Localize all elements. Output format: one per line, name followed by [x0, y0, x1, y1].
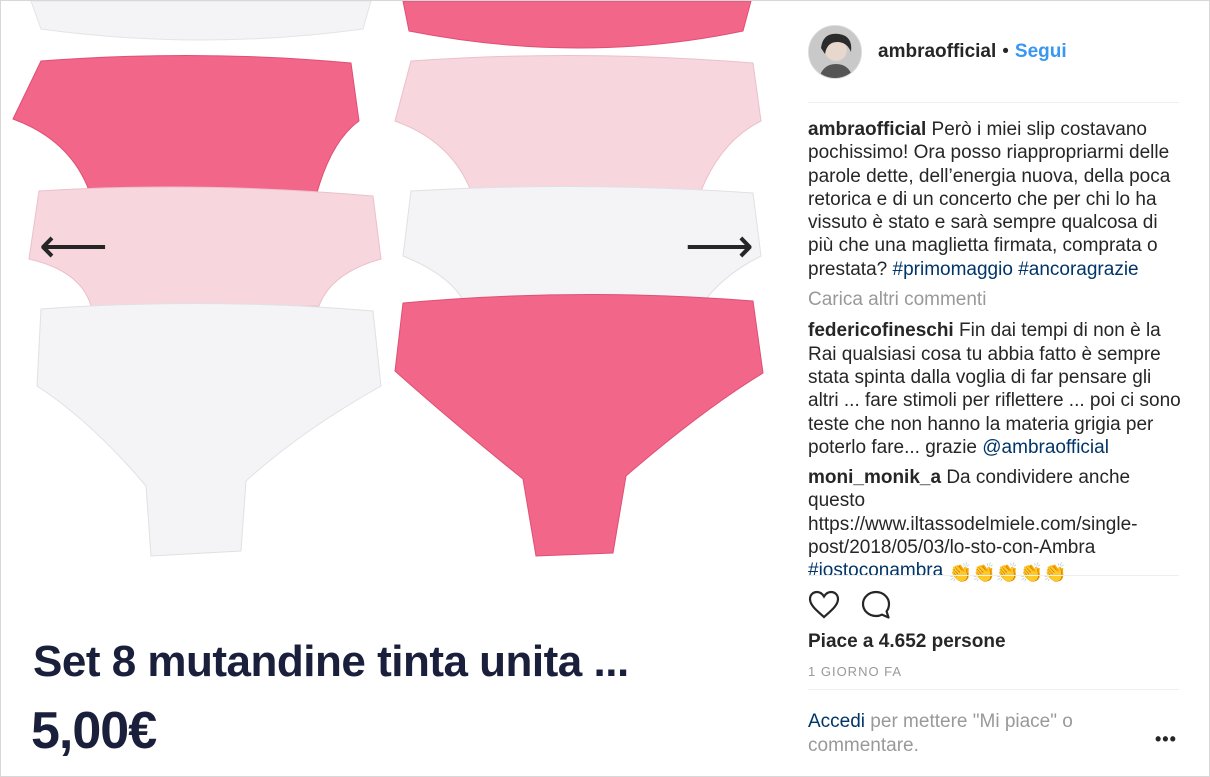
mention-link[interactable]: @ambraofficial [982, 437, 1109, 458]
caption-username[interactable]: ambraofficial [808, 119, 926, 140]
action-bar [808, 589, 892, 626]
brief-pink-left [12, 54, 360, 197]
post-header: ambraofficial • Segui [808, 25, 1067, 79]
more-options-icon[interactable]: ••• [1155, 729, 1177, 750]
heart-icon [808, 590, 840, 619]
product-price: 5,00€ [31, 702, 157, 760]
caption: ambraofficial Però i miei slip costavano… [808, 118, 1184, 281]
comment-button[interactable] [860, 589, 892, 626]
likes-count[interactable]: Piace a 4.652 persone [808, 631, 1006, 653]
login-link[interactable]: Accedi [808, 711, 865, 732]
comment-icon [861, 590, 891, 619]
comment-item: moni_monik_a Da condividere anche questo… [808, 466, 1184, 585]
hashtag-link[interactable]: #primomaggio [893, 259, 1013, 280]
actions-divider [808, 575, 1179, 576]
like-button[interactable] [808, 589, 840, 626]
separator-dot: • [1002, 41, 1009, 62]
post-frame: ⟵ ⟶ Set 8 mutandine tinta unita ... 5,00… [0, 0, 1210, 777]
product-title: Set 8 mutandine tinta unita ... [33, 637, 629, 686]
login-prompt: Accedi per mettere "Mi piace" o commenta… [808, 710, 1108, 758]
post-timestamp[interactable]: 1 GIORNO FA [808, 664, 902, 679]
brief-white-top-left [30, 1, 372, 41]
clapping-hands-icon: 👏👏👏👏👏 [948, 563, 1067, 585]
caption-text: Però i miei slip costavano pochissimo! O… [808, 119, 1171, 280]
header-username[interactable]: ambraofficial [878, 41, 996, 63]
header-divider [808, 102, 1179, 103]
hashtag-link[interactable]: #iostoconambra [808, 560, 943, 581]
follow-button[interactable]: Segui [1015, 41, 1067, 63]
brief-lightpink-right [394, 54, 762, 192]
post-sidebar: ambraofficial • Segui ambraofficial Però… [781, 1, 1209, 776]
post-media[interactable]: ⟵ ⟶ Set 8 mutandine tinta unita ... 5,00… [1, 1, 781, 776]
avatar-image [809, 26, 861, 78]
comments-list: ambraofficial Però i miei slip costavano… [808, 118, 1184, 593]
next-arrow-icon[interactable]: ⟶ [685, 223, 754, 271]
comment-username[interactable]: moni_monik_a [808, 467, 941, 488]
brief-pink-top-right [402, 1, 752, 49]
hashtag-link[interactable]: #ancoragrazie [1018, 259, 1138, 280]
comment-username[interactable]: federicofineschi [808, 320, 954, 341]
previous-arrow-icon[interactable]: ⟵ [39, 223, 108, 271]
brief-white-left [36, 302, 382, 557]
brief-pink-right [394, 293, 764, 557]
load-more-comments-link[interactable]: Carica altri commenti [808, 288, 1184, 311]
comment-item: federicofineschi Fin dai tempi di non è … [808, 319, 1184, 459]
avatar[interactable] [808, 25, 862, 79]
footer-divider [808, 689, 1179, 690]
